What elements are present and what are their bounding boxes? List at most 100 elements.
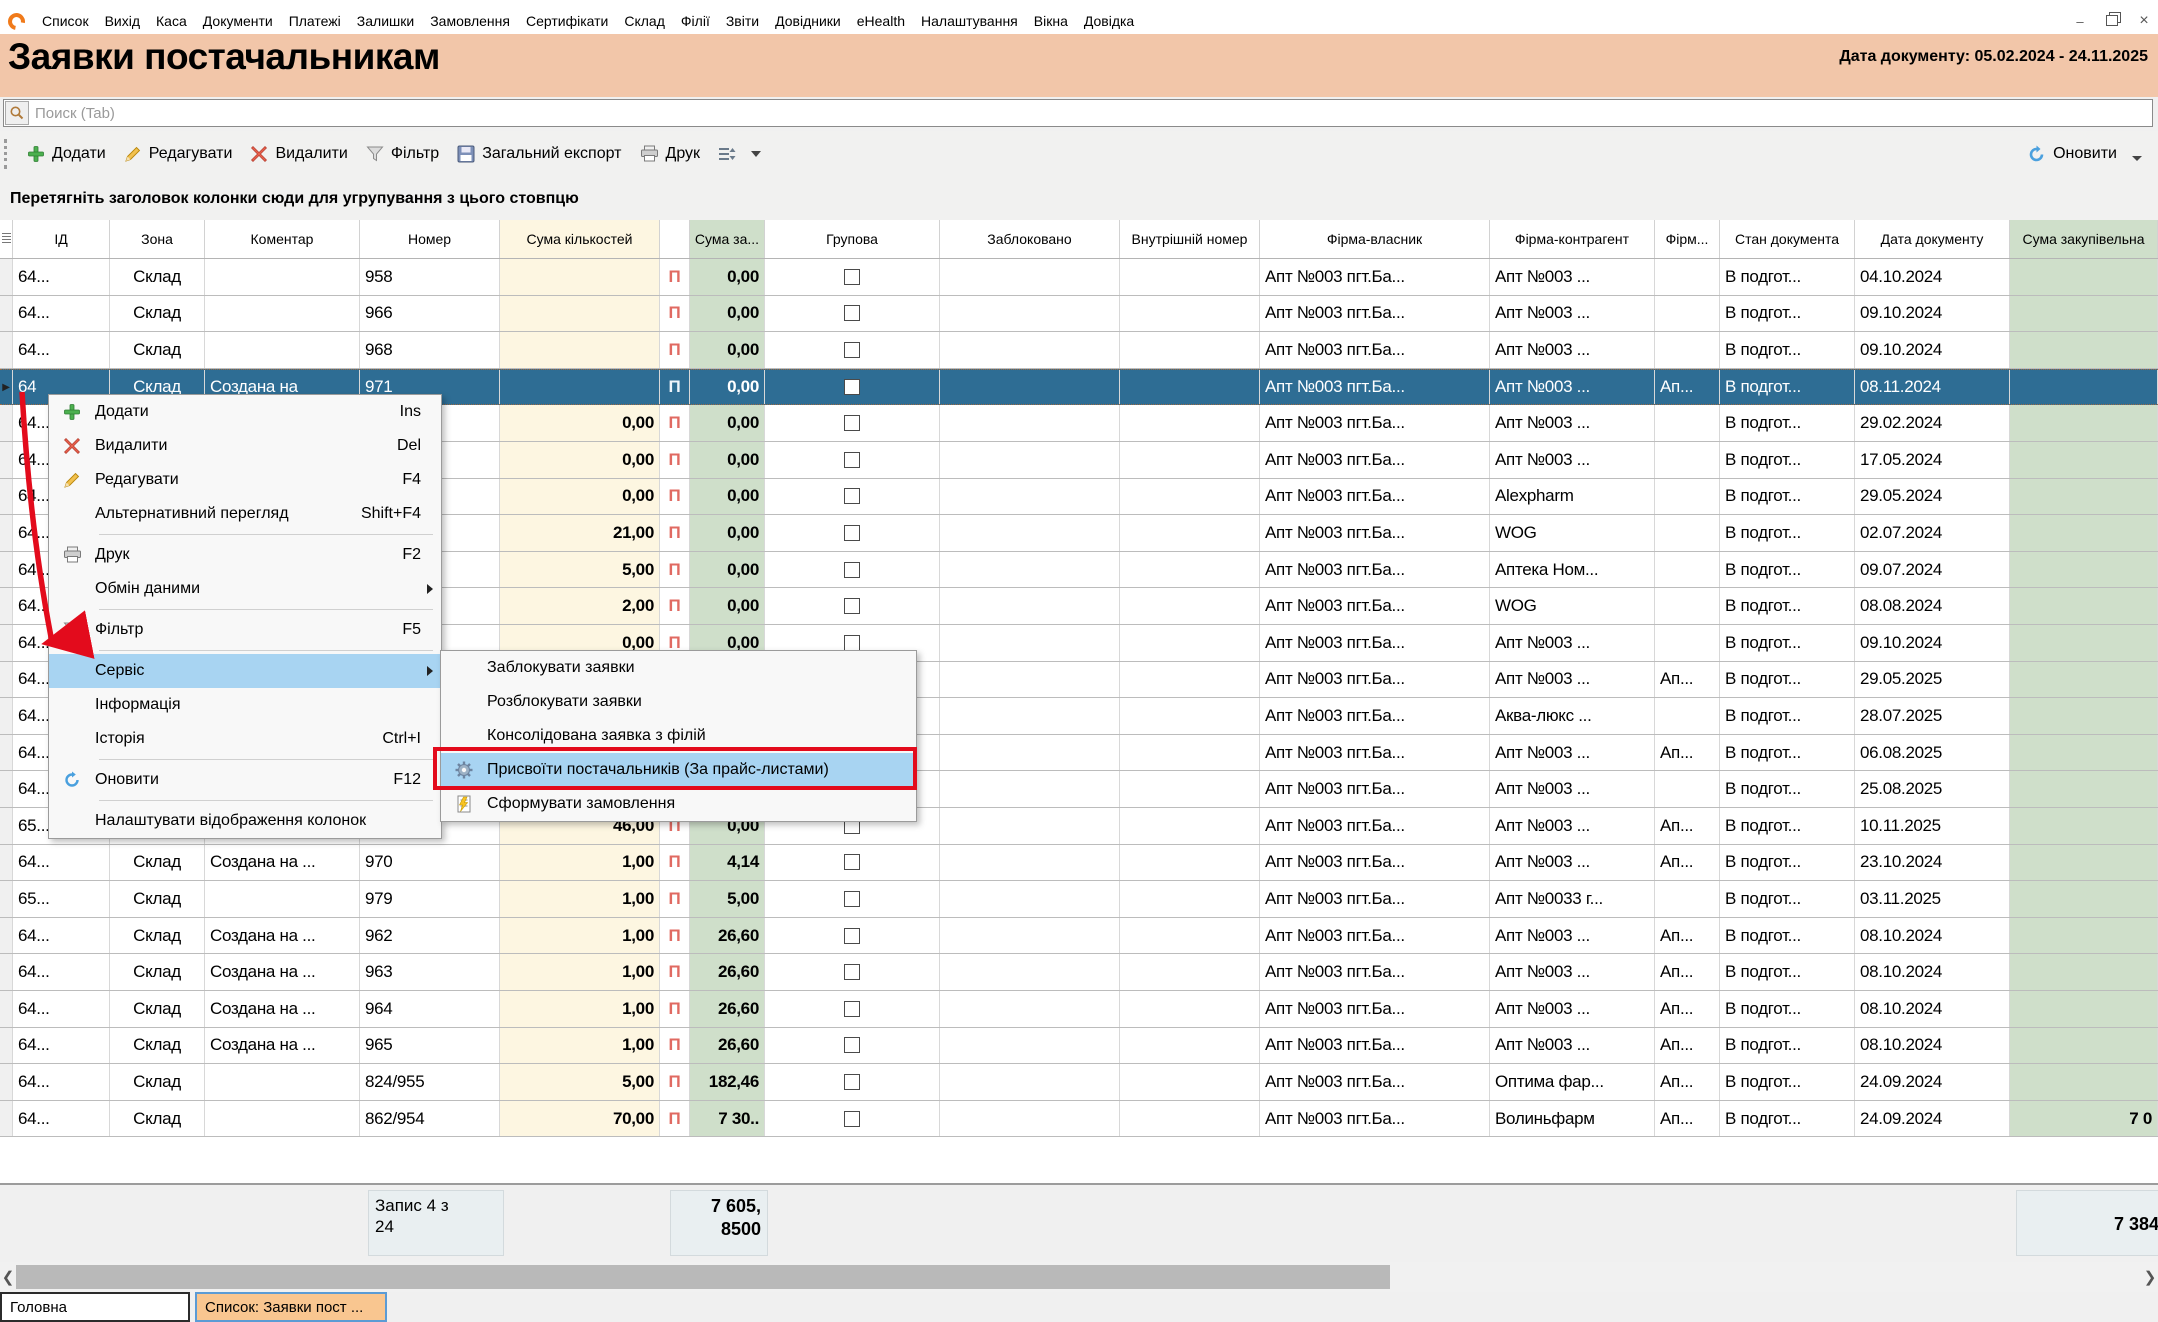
menu-item-3[interactable]: Документи bbox=[195, 13, 281, 29]
table-row[interactable]: 64...Склад966П0,00Апт №003 пгт.Ба...Апт … bbox=[0, 296, 2158, 333]
column-header-zablok[interactable]: Заблоковано bbox=[940, 220, 1120, 258]
context-menu-item-8[interactable]: ФільтрF5 bbox=[49, 613, 441, 647]
bottom-tab-0[interactable]: Головна bbox=[0, 1292, 190, 1322]
grupova-checkbox[interactable] bbox=[844, 1001, 860, 1017]
context-menu-item-3[interactable]: Альтернативний переглядShift+F4 bbox=[49, 497, 441, 531]
menu-item-8[interactable]: Склад bbox=[616, 13, 673, 29]
column-header-gutter[interactable] bbox=[0, 220, 13, 258]
cell-firm3: Ап... bbox=[1660, 669, 1693, 689]
column-header-firm3[interactable]: Фірм... bbox=[1655, 220, 1720, 258]
toolbar-view-options-button[interactable] bbox=[709, 142, 745, 166]
menu-item-11[interactable]: Довідники bbox=[767, 13, 849, 29]
menu-item-6[interactable]: Замовлення bbox=[422, 13, 518, 29]
grupova-checkbox[interactable] bbox=[844, 964, 860, 980]
toolbar-add-button[interactable]: Додати bbox=[18, 141, 115, 167]
toolbar-delete-button[interactable]: Видалити bbox=[241, 141, 356, 167]
context-menu-item-10[interactable]: Сервіс bbox=[49, 654, 441, 688]
scroll-left-icon[interactable]: ❮ bbox=[0, 1262, 16, 1292]
menu-item-9[interactable]: Філії bbox=[673, 13, 718, 29]
toolbar-filter-button[interactable]: Фільтр bbox=[357, 141, 448, 167]
column-header-id[interactable]: ІД bbox=[13, 220, 110, 258]
column-header-p[interactable] bbox=[660, 220, 690, 258]
menu-item-15[interactable]: Довідка bbox=[1076, 13, 1142, 29]
grupova-checkbox[interactable] bbox=[844, 488, 860, 504]
menu-item-7[interactable]: Сертифікати bbox=[518, 13, 616, 29]
column-header-zakup[interactable]: Сума закупівельна bbox=[2010, 220, 2158, 258]
grupova-checkbox[interactable] bbox=[844, 1074, 860, 1090]
submenu-item-4[interactable]: Сформувати замовлення bbox=[441, 787, 916, 821]
column-header-contr[interactable]: Фірма-контрагент bbox=[1490, 220, 1655, 258]
table-row[interactable]: 64...СкладСоздана на ...9701,00П4,14Апт … bbox=[0, 845, 2158, 882]
menu-item-2[interactable]: Каса bbox=[148, 13, 195, 29]
grupova-checkbox[interactable] bbox=[844, 452, 860, 468]
refresh-chevron-down-icon[interactable] bbox=[2132, 156, 2142, 161]
toolbar-edit-button[interactable]: Редагувати bbox=[115, 141, 242, 167]
context-menu-item-1[interactable]: ВидалитиDel bbox=[49, 429, 441, 463]
grupova-checkbox[interactable] bbox=[844, 305, 860, 321]
grupova-checkbox[interactable] bbox=[844, 525, 860, 541]
column-header-sum[interactable]: Сума за... bbox=[690, 220, 765, 258]
submenu-item-0[interactable]: Заблокувати заявки bbox=[441, 651, 916, 685]
column-header-zona[interactable]: Зона bbox=[110, 220, 205, 258]
grupova-checkbox[interactable] bbox=[844, 635, 860, 651]
menu-item-14[interactable]: Вікна bbox=[1026, 13, 1076, 29]
context-menu-item-12[interactable]: ІсторіяCtrl+I bbox=[49, 722, 441, 756]
context-menu-item-5[interactable]: ДрукF2 bbox=[49, 538, 441, 572]
grupova-checkbox[interactable] bbox=[844, 891, 860, 907]
table-row[interactable]: 65...Склад9791,00П5,00Апт №003 пгт.Ба...… bbox=[0, 881, 2158, 918]
restore-icon[interactable] bbox=[2104, 14, 2120, 29]
column-header-state[interactable]: Стан документа bbox=[1720, 220, 1855, 258]
table-row[interactable]: 64...СкладСоздана на ...9631,00П26,60Апт… bbox=[0, 954, 2158, 991]
menu-item-13[interactable]: Налаштування bbox=[913, 13, 1026, 29]
column-header-owner[interactable]: Фірма-власник bbox=[1260, 220, 1490, 258]
grupova-checkbox[interactable] bbox=[844, 1111, 860, 1127]
search-input[interactable]: Поиск (Tab) bbox=[3, 99, 2153, 127]
grupova-checkbox[interactable] bbox=[844, 562, 860, 578]
grupova-checkbox[interactable] bbox=[844, 928, 860, 944]
table-row[interactable]: 64...Склад968П0,00Апт №003 пгт.Ба...Апт … bbox=[0, 332, 2158, 369]
column-header-nomer[interactable]: Номер bbox=[360, 220, 500, 258]
grupova-checkbox[interactable] bbox=[844, 269, 860, 285]
column-header-comment[interactable]: Коментар bbox=[205, 220, 360, 258]
toolbar-print-button[interactable]: Друк bbox=[631, 141, 710, 167]
grupova-checkbox[interactable] bbox=[844, 415, 860, 431]
horizontal-scrollbar[interactable]: ❮ ❯ bbox=[0, 1262, 2158, 1292]
scroll-right-icon[interactable]: ❯ bbox=[2142, 1262, 2158, 1292]
context-menu-item-2[interactable]: РедагуватиF4 bbox=[49, 463, 441, 497]
context-menu-item-6[interactable]: Обмін даними bbox=[49, 572, 441, 606]
table-row[interactable]: 64...СкладСоздана на ...9641,00П26,60Апт… bbox=[0, 991, 2158, 1028]
context-menu-item-14[interactable]: ОновитиF12 bbox=[49, 763, 441, 797]
toolbar-grip[interactable] bbox=[4, 139, 10, 169]
menu-item-10[interactable]: Звіти bbox=[718, 13, 767, 29]
column-header-vnutr[interactable]: Внутрішній номер bbox=[1120, 220, 1260, 258]
context-menu-item-11[interactable]: Інформація bbox=[49, 688, 441, 722]
menu-item-5[interactable]: Залишки bbox=[349, 13, 422, 29]
column-header-grupova[interactable]: Групова bbox=[765, 220, 940, 258]
table-row[interactable]: 64...Склад824/9555,00П182,46Апт №003 пгт… bbox=[0, 1064, 2158, 1101]
table-row[interactable]: 64...СкладСоздана на ...9651,00П26,60Апт… bbox=[0, 1028, 2158, 1065]
toolbar-export-button[interactable]: Загальний експорт bbox=[448, 141, 630, 167]
context-menu-item-16[interactable]: Налаштувати відображення колонок bbox=[49, 804, 441, 838]
submenu-item-1[interactable]: Розблокувати заявки bbox=[441, 685, 916, 719]
minimize-icon[interactable]: – bbox=[2072, 14, 2088, 29]
chevron-down-icon[interactable] bbox=[751, 151, 761, 157]
context-menu-item-0[interactable]: ДодатиIns bbox=[49, 395, 441, 429]
close-icon[interactable]: × bbox=[2136, 12, 2152, 30]
grupova-checkbox[interactable] bbox=[844, 379, 860, 395]
grupova-checkbox[interactable] bbox=[844, 598, 860, 614]
table-row[interactable]: 64...СкладСоздана на ...9621,00П26,60Апт… bbox=[0, 918, 2158, 955]
column-header-qty[interactable]: Сума кількостей bbox=[500, 220, 660, 258]
table-row[interactable]: 64...Склад958П0,00Апт №003 пгт.Ба...Апт … bbox=[0, 259, 2158, 296]
menu-item-0[interactable]: Список bbox=[34, 13, 97, 29]
refresh-button[interactable]: Оновити bbox=[2018, 141, 2126, 168]
column-header-date[interactable]: Дата документу bbox=[1855, 220, 2010, 258]
grupova-checkbox[interactable] bbox=[844, 342, 860, 358]
table-row[interactable]: 64...Склад862/95470,00П7 30..Апт №003 пг… bbox=[0, 1101, 2158, 1138]
grupova-checkbox[interactable] bbox=[844, 1037, 860, 1053]
grupova-checkbox[interactable] bbox=[844, 854, 860, 870]
menu-item-4[interactable]: Платежі bbox=[281, 13, 349, 29]
menu-item-12[interactable]: eHealth bbox=[849, 13, 913, 29]
menu-item-1[interactable]: Вихід bbox=[97, 13, 148, 29]
bottom-tab-1[interactable]: Список: Заявки пост ... bbox=[195, 1292, 387, 1322]
scrollbar-thumb[interactable] bbox=[16, 1265, 1390, 1289]
